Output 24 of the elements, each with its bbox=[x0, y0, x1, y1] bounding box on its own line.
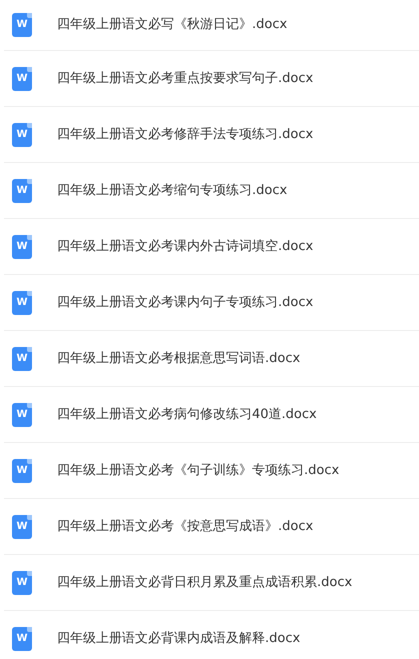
document-icon: W bbox=[12, 458, 32, 482]
file-name[interactable]: 四年级上册语文必考《按意思写成语》.docx bbox=[57, 516, 314, 536]
document-icon: W bbox=[12, 122, 32, 146]
file-name[interactable]: 四年级上册语文必考《句子训练》专项练习.docx bbox=[57, 460, 340, 480]
file-name[interactable]: 四年级上册语文必考缩句专项练习.docx bbox=[57, 180, 288, 200]
file-name[interactable]: 四年级上册语文必背课内成语及解释.docx bbox=[57, 628, 300, 648]
file-name[interactable]: 四年级上册语文必考重点按要求写句子.docx bbox=[57, 68, 314, 88]
document-icon: W bbox=[12, 346, 32, 370]
file-name[interactable]: 四年级上册语文必写《秋游日记》.docx bbox=[57, 15, 288, 35]
document-icon: W bbox=[12, 13, 32, 37]
document-icon: W bbox=[12, 402, 32, 426]
file-name[interactable]: 四年级上册语文必考课内外古诗词填空.docx bbox=[57, 236, 314, 256]
file-name[interactable]: 四年级上册语文必考修辞手法专项练习.docx bbox=[57, 124, 314, 144]
document-icon: W bbox=[12, 290, 32, 314]
document-icon: W bbox=[12, 570, 32, 594]
document-icon: W bbox=[12, 66, 32, 90]
document-icon: W bbox=[12, 234, 32, 258]
file-name[interactable]: 四年级上册语文必背日积月累及重点成语积累.docx bbox=[57, 572, 352, 592]
document-icon: W bbox=[12, 514, 32, 538]
document-icon: W bbox=[12, 626, 32, 650]
file-name[interactable]: 四年级上册语文必考病句修改练习40道.docx bbox=[57, 404, 317, 424]
file-name[interactable]: 四年级上册语文必考根据意思写词语.docx bbox=[57, 348, 300, 368]
file-name[interactable]: 四年级上册语文必考课内句子专项练习.docx bbox=[57, 292, 314, 312]
document-icon: W bbox=[12, 178, 32, 202]
